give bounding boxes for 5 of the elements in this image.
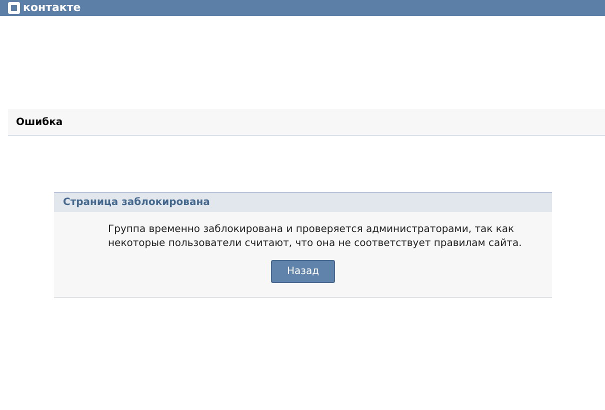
- logo-text[interactable]: контакте: [23, 2, 81, 14]
- message-text: Группа временно заблокирована и проверяется администраторами, так как некоторые пользователи считают, что она не соответствует правилам сайта.: [107, 223, 523, 251]
- page-title: Ошибка: [16, 116, 63, 128]
- message-title: Страница заблокирована: [63, 197, 210, 208]
- back-button[interactable]: Назад: [271, 260, 335, 283]
